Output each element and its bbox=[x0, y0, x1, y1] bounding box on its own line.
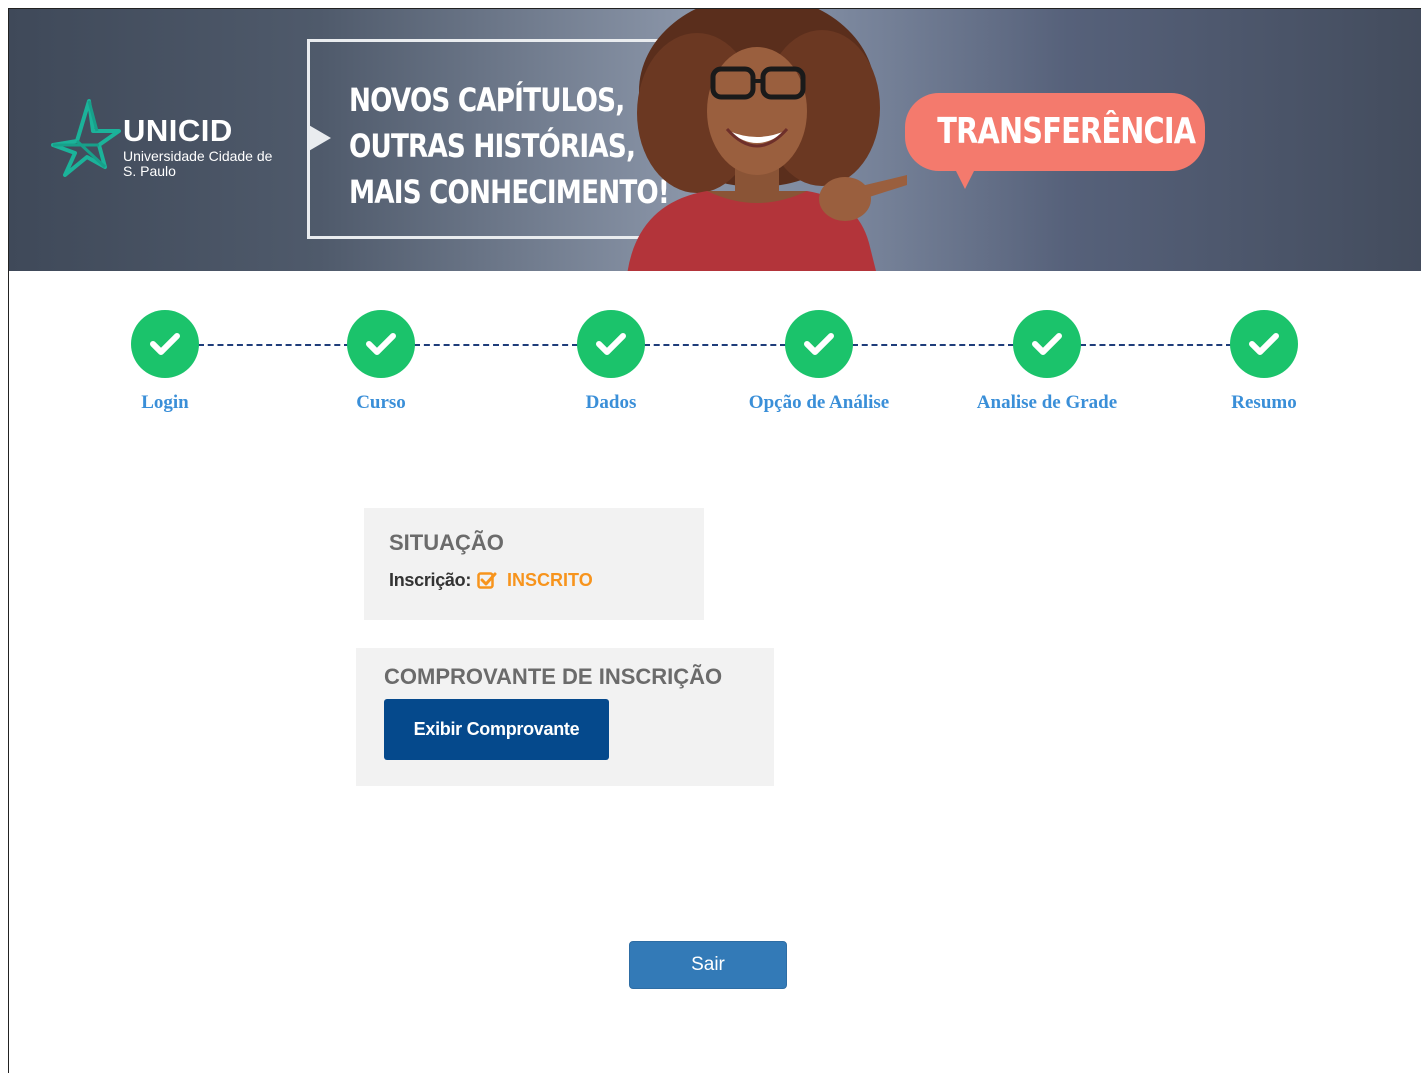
student-photo bbox=[627, 9, 907, 271]
step-label: Curso bbox=[356, 392, 406, 413]
brand-name: UNICID bbox=[123, 113, 233, 148]
situacao-title: SITUAÇÃO bbox=[389, 530, 504, 555]
check-icon bbox=[804, 333, 834, 355]
check-icon bbox=[596, 333, 626, 355]
header-banner: UNICID Universidade Cidade de S. Paulo N… bbox=[9, 9, 1421, 271]
bubble-text: TRANSFERÊNCIA bbox=[905, 111, 1205, 152]
step-dados[interactable]: Dados bbox=[511, 310, 711, 414]
step-curso[interactable]: Curso bbox=[281, 310, 481, 414]
step-analise-grade[interactable]: Analise de Grade bbox=[947, 310, 1147, 414]
progress-stepper: Login Curso Dados Opção de Análise Anali… bbox=[0, 300, 1421, 430]
checkbox-check-icon bbox=[477, 571, 497, 589]
check-icon bbox=[1032, 333, 1062, 355]
speech-bubble: TRANSFERÊNCIA bbox=[905, 93, 1205, 171]
step-complete-indicator bbox=[347, 310, 415, 378]
step-complete-indicator bbox=[577, 310, 645, 378]
inscricao-status: INSCRITO bbox=[507, 569, 593, 590]
step-label: Opção de Análise bbox=[748, 392, 890, 413]
situacao-card: SITUAÇÃO Inscrição: INSCRITO bbox=[364, 508, 704, 620]
step-opcao-analise[interactable]: Opção de Análise bbox=[719, 310, 919, 414]
step-complete-indicator bbox=[785, 310, 853, 378]
headline-arrow-icon bbox=[307, 124, 331, 152]
brand-subtitle: Universidade Cidade de S. Paulo bbox=[123, 148, 273, 179]
step-label: Login bbox=[141, 392, 189, 413]
step-label: Dados bbox=[585, 392, 637, 413]
step-label: Resumo bbox=[1231, 392, 1297, 413]
exibir-comprovante-button[interactable]: Exibir Comprovante bbox=[384, 699, 609, 760]
step-complete-indicator bbox=[1230, 310, 1298, 378]
step-complete-indicator bbox=[1013, 310, 1081, 378]
bubble-label: TRANSFERÊNCIA bbox=[937, 111, 1196, 152]
unicid-logo[interactable]: UNICID Universidade Cidade de S. Paulo bbox=[49, 97, 289, 187]
comprovante-card: COMPROVANTE DE INSCRIÇÃO Exibir Comprova… bbox=[356, 648, 774, 786]
step-complete-indicator bbox=[131, 310, 199, 378]
star-logo-icon bbox=[51, 99, 121, 177]
sair-button[interactable]: Sair bbox=[629, 941, 787, 989]
check-icon bbox=[1249, 333, 1279, 355]
step-login[interactable]: Login bbox=[65, 310, 265, 414]
inscricao-label: Inscrição: bbox=[389, 569, 472, 590]
step-resumo[interactable]: Resumo bbox=[1164, 310, 1364, 414]
inscricao-status-row: Inscrição: INSCRITO bbox=[389, 568, 593, 592]
step-label: Analise de Grade bbox=[976, 392, 1118, 413]
bubble-tail bbox=[955, 169, 975, 189]
check-icon bbox=[366, 333, 396, 355]
comprovante-title: COMPROVANTE DE INSCRIÇÃO bbox=[384, 664, 723, 689]
check-icon bbox=[150, 333, 180, 355]
